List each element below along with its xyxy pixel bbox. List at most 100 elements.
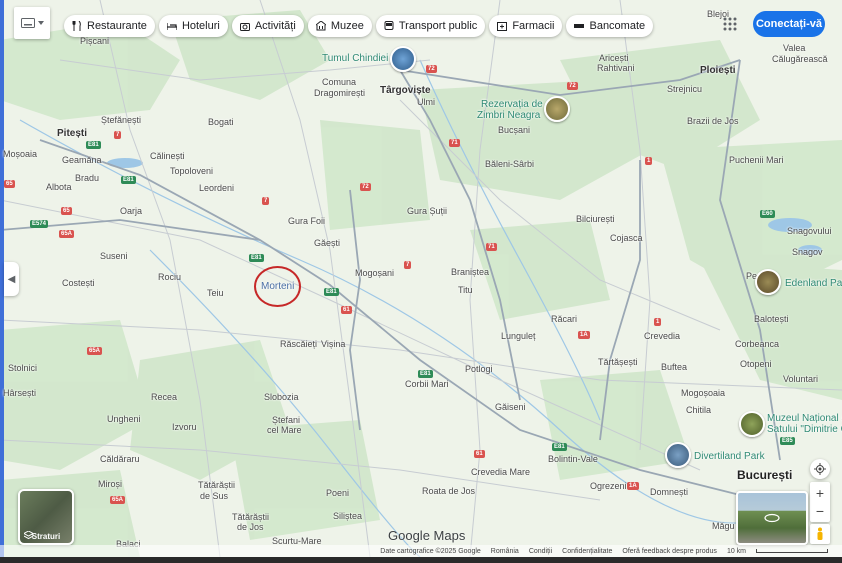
place-label[interactable]: Găești (314, 239, 340, 248)
place-label[interactable]: Dragomirești (314, 89, 365, 98)
collapse-panel-button[interactable]: ◀ (4, 262, 19, 296)
poi-label[interactable]: Muzeul Național al (767, 414, 842, 424)
poi-label[interactable]: Edenland Par (785, 279, 842, 289)
feedback-link[interactable]: Oferă feedback despre produs (622, 548, 717, 555)
sign-in-button[interactable]: Conectați-vă (753, 11, 825, 37)
place-label[interactable]: Izvoru (172, 423, 197, 432)
place-label[interactable]: Vișina (321, 340, 345, 349)
scale-label[interactable]: 10 km (727, 548, 746, 555)
poi-photo-marker[interactable] (544, 96, 570, 122)
place-label[interactable]: Gura Șuții (407, 207, 447, 216)
place-label[interactable]: Snagovului (787, 227, 832, 236)
place-label[interactable]: Snagov (792, 248, 823, 257)
poi-photo-marker[interactable] (739, 411, 765, 437)
chip-public-transport[interactable]: Transport public (375, 15, 486, 37)
place-label[interactable]: Crevedia Mare (471, 468, 530, 477)
place-label[interactable]: Topoloveni (170, 167, 213, 176)
place-label[interactable]: Comuna (322, 78, 356, 87)
poi-photo-marker[interactable] (755, 269, 781, 295)
layers-button[interactable]: Straturi (18, 489, 74, 545)
place-label[interactable]: Măgu (712, 522, 735, 531)
place-label[interactable]: Slobozia (264, 393, 299, 402)
place-label[interactable]: Brazii de Jos (687, 117, 739, 126)
place-label[interactable]: Rociu (158, 273, 181, 282)
poi-label[interactable]: Satului "Dimitrie G (767, 425, 842, 435)
place-label[interactable]: Strejnicu (667, 85, 702, 94)
privacy-link[interactable]: Confidențialitate (562, 548, 612, 555)
place-label[interactable]: Căldăraru (100, 455, 140, 464)
place-label[interactable]: Costești (62, 279, 95, 288)
city-label[interactable]: București (737, 469, 792, 481)
keyboard-toggle[interactable] (14, 7, 50, 39)
place-label[interactable]: Geamăna (62, 156, 102, 165)
place-label[interactable]: de Jos (237, 523, 264, 532)
place-label[interactable]: Răscăieți (280, 340, 317, 349)
city-label[interactable]: Pitești (57, 129, 87, 139)
street-view-thumbnail[interactable] (736, 491, 808, 545)
place-label[interactable]: Hârsești (3, 389, 36, 398)
chip-pharmacies[interactable]: Farmacii (489, 15, 563, 37)
place-label[interactable]: Otopeni (740, 360, 772, 369)
place-label[interactable]: Tătărăștii (232, 513, 269, 522)
apps-grid-icon[interactable] (723, 17, 737, 31)
place-label[interactable]: Corbeanca (735, 340, 779, 349)
place-label[interactable]: Călinești (150, 152, 185, 161)
place-label[interactable]: Siliștea (333, 512, 362, 521)
place-label[interactable]: Valea (783, 44, 805, 53)
city-label[interactable]: Ploiești (700, 66, 736, 76)
place-label[interactable]: Aricești (599, 54, 629, 63)
place-label[interactable]: Voluntari (783, 375, 818, 384)
pegman-button[interactable] (810, 524, 830, 544)
place-label[interactable]: cel Mare (267, 426, 302, 435)
terms-link[interactable]: Condiții (529, 548, 552, 555)
place-label[interactable]: Băleni-Sârbi (485, 160, 534, 169)
place-label[interactable]: Corbii Mari (405, 380, 449, 389)
place-label[interactable]: Chitila (686, 406, 711, 415)
selected-place-label[interactable]: Morteni (261, 282, 294, 292)
place-label[interactable]: Recea (151, 393, 177, 402)
chip-museums[interactable]: Muzee (307, 15, 372, 37)
poi-label[interactable]: Divertiland Park (694, 452, 765, 462)
place-label[interactable]: Mogoșani (355, 269, 394, 278)
place-label[interactable]: Stolnici (8, 364, 37, 373)
place-label[interactable]: Moșoaia (3, 150, 37, 159)
place-label[interactable]: Ungheni (107, 415, 141, 424)
place-label[interactable]: Ștefani (272, 416, 300, 425)
place-label[interactable]: Balotești (754, 315, 789, 324)
place-label[interactable]: Crevedia (644, 332, 680, 341)
chip-hotels[interactable]: Hoteluri (158, 15, 228, 37)
place-label[interactable]: Tărtășești (598, 358, 638, 367)
place-label[interactable]: Bolintin-Vale (548, 455, 598, 464)
place-label[interactable]: Mogoșoaia (681, 389, 725, 398)
place-label[interactable]: de Sus (200, 492, 228, 501)
place-label[interactable]: Suseni (100, 252, 128, 261)
poi-photo-marker[interactable] (665, 442, 691, 468)
chip-activities[interactable]: Activități (231, 15, 304, 37)
place-label[interactable]: Potlogi (465, 365, 493, 374)
place-label[interactable]: Bradu (75, 174, 99, 183)
zoom-out-button[interactable]: − (816, 502, 824, 520)
place-label[interactable]: Cojasca (610, 234, 643, 243)
zoom-in-button[interactable]: + (816, 484, 824, 502)
place-label[interactable]: Puchenii Mari (729, 156, 784, 165)
place-label[interactable]: Călugărească (772, 55, 828, 64)
place-label[interactable]: Albota (46, 183, 72, 192)
place-label[interactable]: Poeni (326, 489, 349, 498)
place-label[interactable]: Răcari (551, 315, 577, 324)
place-label[interactable]: Lunguleț (501, 332, 536, 341)
place-label[interactable]: Titu (458, 286, 473, 295)
place-label[interactable]: Bilciurești (576, 215, 615, 224)
poi-label[interactable]: Tumul Chindiei (322, 54, 388, 64)
place-label[interactable]: Tătărăștii (198, 481, 235, 490)
place-label[interactable]: Leordeni (199, 184, 234, 193)
place-label[interactable]: Ogrezeni (590, 482, 627, 491)
place-label[interactable]: Pișcani (80, 37, 109, 46)
country-link[interactable]: România (491, 548, 519, 555)
poi-label[interactable]: Rezervația de (481, 100, 543, 110)
place-label[interactable]: Braniștea (451, 268, 489, 277)
place-label[interactable]: Ștefănești (101, 116, 141, 125)
place-label[interactable]: Teiu (207, 289, 224, 298)
place-label[interactable]: Buftea (661, 363, 687, 372)
place-label[interactable]: Ulmi (417, 98, 435, 107)
poi-photo-marker[interactable] (390, 46, 416, 72)
